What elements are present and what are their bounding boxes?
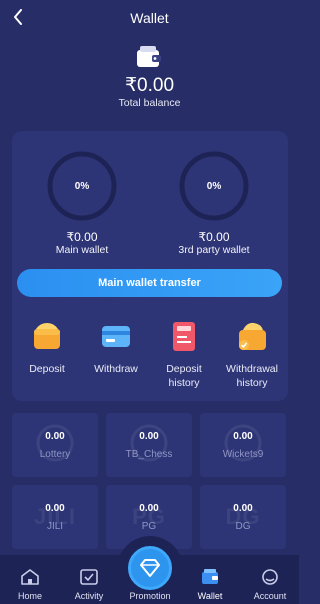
wallet-icon (137, 46, 161, 67)
withdrawal-history-action[interactable]: Withdrawal history (218, 316, 286, 396)
nav-wallet[interactable]: Wallet (185, 568, 235, 604)
nav-promotion[interactable]: Promotion (125, 568, 175, 604)
game-amount: 0.00 (233, 503, 253, 514)
wallet-panel: 0% ₹0.00 Main wallet 0% ₹0.00 3rd party … (12, 131, 288, 401)
withdrawal-history-icon (239, 322, 266, 350)
main-wallet-label: Main wallet (55, 244, 109, 256)
game-amount: 0.00 (45, 503, 65, 514)
nav-home[interactable]: Home (5, 568, 55, 604)
wallet-nav-icon (202, 569, 218, 584)
main-wallet-amount: ₹0.00 (66, 230, 98, 244)
game-tile-wickets9[interactable]: 0.00 Wickets9 (200, 413, 286, 477)
deposit-label: Deposit (29, 363, 65, 375)
back-button[interactable] (8, 6, 28, 28)
jili-logo-watermark: JILI (34, 504, 76, 529)
deposit-history-action[interactable]: Deposit history (150, 316, 218, 396)
game-amount: 0.00 (45, 431, 65, 442)
nav-activity[interactable]: Activity (64, 568, 114, 604)
deposit-history-icon (173, 322, 195, 351)
deposit-history-label: Deposit history (166, 363, 202, 389)
main-wallet-ring: 0% (46, 150, 118, 222)
account-icon (262, 569, 278, 585)
nav-label: Promotion (129, 591, 171, 601)
withdraw-card-icon (102, 326, 130, 347)
nav-label: Wallet (197, 591, 223, 601)
game-name: DG (235, 521, 251, 532)
main-wallet-transfer-button[interactable]: Main wallet transfer (17, 269, 282, 297)
game-tile-jili[interactable]: JILI 0.00 JILI (12, 485, 98, 549)
game-amount: 0.00 (139, 503, 159, 514)
activity-icon (80, 569, 98, 585)
third-party-wallet-amount: ₹0.00 (198, 230, 230, 244)
game-tile-tb-chess[interactable]: 0.00 TB_Chess (106, 413, 192, 477)
withdraw-label: Withdraw (94, 363, 138, 375)
nav-account[interactable]: Account (245, 568, 295, 604)
withdraw-action[interactable]: Withdraw (82, 316, 150, 396)
page-title: Wallet (130, 10, 169, 26)
main-wallet-percent: 0% (74, 180, 90, 192)
withdrawal-history-label: Withdrawal history (226, 363, 278, 389)
game-amount: 0.00 (233, 431, 253, 442)
pg-logo-watermark: PG (132, 504, 166, 529)
home-icon (21, 569, 39, 585)
game-tile-lottery[interactable]: 0.00 Lottery (12, 413, 98, 477)
deposit-action[interactable]: Deposit (13, 316, 81, 396)
game-name: Wickets9 (222, 449, 264, 460)
game-name: Lottery (39, 449, 71, 460)
third-party-wallet-label: 3rd party wallet (178, 244, 250, 256)
game-name: TB_Chess (125, 449, 173, 460)
header: Wallet (0, 0, 299, 36)
game-name: PG (141, 521, 157, 532)
third-party-wallet-percent: 0% (206, 180, 222, 192)
game-amount: 0.00 (139, 431, 159, 442)
chevron-left-icon (14, 9, 22, 25)
game-name: JILI (46, 521, 64, 532)
game-tile-dg[interactable]: DG 0.00 DG (200, 485, 286, 549)
total-balance-label: Total balance (118, 97, 181, 109)
dg-logo-watermark: DG (225, 504, 261, 529)
deposit-icon (34, 323, 60, 349)
nav-label: Activity (74, 591, 104, 601)
nav-label: Home (17, 591, 42, 601)
total-balance-amount: ₹0.00 (124, 75, 175, 96)
nav-label: Account (253, 591, 287, 601)
third-party-wallet-ring: 0% (178, 150, 250, 222)
